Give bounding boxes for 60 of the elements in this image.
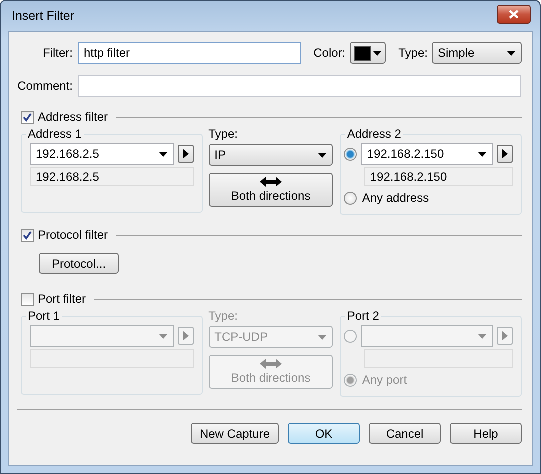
section-label: Port filter [38,292,86,306]
dialog-button[interactable]: OK [288,423,360,444]
caret-icon [507,50,516,56]
section-label: Protocol filter [38,228,108,242]
caret-icon [318,152,328,158]
checkbox[interactable] [21,292,34,306]
play-icon [182,149,189,159]
type-dropdown[interactable]: Simple [432,42,522,64]
expand-button[interactable] [178,145,194,163]
radio-button[interactable] [344,330,358,342]
dialog-button[interactable]: Help [450,423,522,444]
radio-button[interactable] [344,192,358,204]
resolved-field: 192.168.2.150 [364,167,513,186]
checkmark-icon [23,112,32,122]
radio-button[interactable] [344,374,358,386]
double-arrow-icon [260,359,282,369]
checkbox[interactable] [21,110,34,124]
radio-label: Any address [362,191,430,205]
expand-button[interactable] [497,145,513,163]
radio-label: Any port [362,373,408,387]
type-label: Type: [208,127,239,141]
combo-box[interactable] [30,325,174,347]
play-icon [502,149,508,159]
play-icon [502,331,508,341]
caret-icon [158,152,168,156]
color-picker[interactable] [350,42,386,64]
caret-icon [372,50,382,56]
type-label: Type: [398,46,428,60]
caret-icon [158,334,168,338]
play-icon [182,331,189,341]
group-title: Address 2 [346,127,402,141]
group-title: Address 1 [27,127,84,141]
combo-box[interactable] [361,325,493,347]
combo-box[interactable]: 192.168.2.150 [361,143,493,165]
group-title: Port 2 [346,309,380,323]
filter-label: Filter: [42,46,73,60]
both-directions-button[interactable]: Both directions [208,173,334,207]
caret-icon [478,152,487,156]
section-label: Address filter [38,110,108,124]
filter-input[interactable]: http filter [78,42,301,64]
comment-input[interactable] [78,75,521,97]
caret-icon [318,334,328,340]
dialog-button[interactable]: Cancel [369,423,441,444]
radio-button[interactable] [344,148,358,160]
checkmark-icon [23,230,32,240]
comment-label: Comment: [17,79,73,93]
caret-icon [478,334,487,338]
group-title: Port 1 [27,309,62,323]
dialog-button[interactable]: New Capture [190,423,279,444]
close-icon [509,10,519,18]
double-arrow-icon [260,177,282,187]
color-label: Color: [314,46,346,60]
resolved-field: 192.168.2.5 [30,167,194,186]
close-button[interactable] [497,4,531,24]
combo-box[interactable]: 192.168.2.5 [30,143,174,165]
window-title: Insert Filter [12,9,75,23]
checkbox[interactable] [21,228,34,242]
type-dropdown[interactable]: IP [208,144,334,166]
type-label: Type: [208,309,239,323]
protocol-button[interactable]: Protocol... [39,253,120,274]
